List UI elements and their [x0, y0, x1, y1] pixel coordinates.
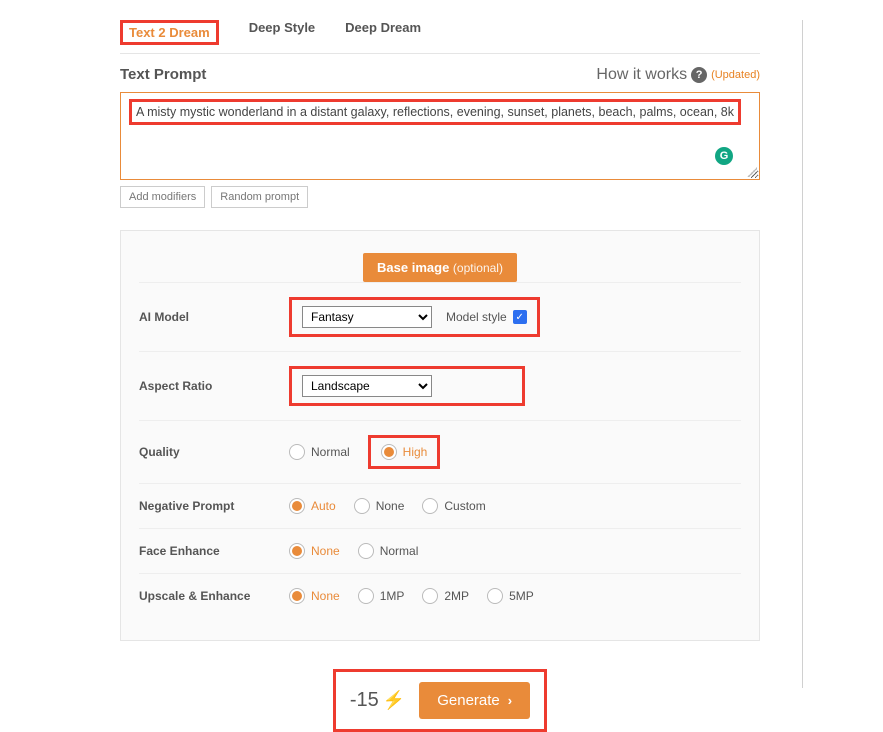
ai-model-select[interactable]: Fantasy [302, 306, 432, 328]
add-modifiers-button[interactable]: Add modifiers [120, 186, 205, 208]
upscale-5mp-label: 5MP [509, 589, 534, 603]
base-image-optional: (optional) [453, 261, 503, 275]
prompt-text-highlight: A misty mystic wonderland in a distant g… [129, 99, 741, 125]
ai-model-label: AI Model [139, 310, 289, 324]
upscale-none-label: None [311, 589, 340, 603]
radio-icon [289, 543, 305, 559]
negative-none-radio[interactable]: None [354, 498, 405, 514]
quality-high-highlight: High [368, 435, 441, 469]
quality-high-radio[interactable]: High [381, 444, 428, 460]
upscale-2mp-label: 2MP [444, 589, 469, 603]
prompt-heading: Text Prompt [120, 66, 206, 83]
generate-highlight: -15 ⚡ Generate › [333, 669, 547, 732]
upscale-5mp-radio[interactable]: 5MP [487, 588, 534, 604]
radio-icon [358, 588, 374, 604]
tab-deep-style[interactable]: Deep Style [249, 20, 315, 45]
radio-icon [487, 588, 503, 604]
how-it-works-link[interactable]: How it works ? (Updated) [596, 66, 760, 84]
base-image-label: Base image [377, 260, 449, 275]
face-none-radio[interactable]: None [289, 543, 340, 559]
face-normal-radio[interactable]: Normal [358, 543, 419, 559]
quality-label: Quality [139, 445, 289, 459]
quality-normal-radio[interactable]: Normal [289, 444, 350, 460]
negative-auto-label: Auto [311, 499, 336, 513]
aspect-ratio-label: Aspect Ratio [139, 379, 289, 393]
prompt-textarea[interactable]: A misty mystic wonderland in a distant g… [120, 92, 760, 180]
upscale-1mp-label: 1MP [380, 589, 405, 603]
face-label: Face Enhance [139, 544, 289, 558]
chevron-right-icon: › [508, 693, 512, 708]
upscale-label: Upscale & Enhance [139, 589, 289, 603]
face-none-label: None [311, 544, 340, 558]
tab-text2dream[interactable]: Text 2 Dream [129, 25, 210, 40]
face-normal-label: Normal [380, 544, 419, 558]
model-style-checkbox[interactable]: ✓ [513, 310, 527, 324]
radio-icon [422, 588, 438, 604]
base-image-button[interactable]: Base image (optional) [363, 253, 517, 282]
negative-auto-radio[interactable]: Auto [289, 498, 336, 514]
ai-model-highlight: Fantasy Model style ✓ [289, 297, 540, 337]
radio-icon [358, 543, 374, 559]
credit-cost-value: -15 [350, 689, 379, 712]
radio-icon [289, 588, 305, 604]
prompt-text: A misty mystic wonderland in a distant g… [136, 105, 734, 119]
tab-text2dream-highlight: Text 2 Dream [120, 20, 219, 45]
help-icon: ? [691, 67, 707, 83]
radio-icon [381, 444, 397, 460]
model-style-label: Model style [446, 310, 507, 324]
quality-high-label: High [403, 445, 428, 459]
credit-cost: -15 ⚡ [350, 689, 405, 712]
negative-label: Negative Prompt [139, 499, 289, 513]
radio-icon [289, 444, 305, 460]
quality-normal-label: Normal [311, 445, 350, 459]
mode-tabs: Text 2 Dream Deep Style Deep Dream [120, 20, 760, 54]
options-panel: Base image (optional) AI Model Fantasy M… [120, 230, 760, 641]
divider-right [802, 20, 803, 688]
tab-deep-dream[interactable]: Deep Dream [345, 20, 421, 45]
resize-handle-icon[interactable] [747, 167, 757, 177]
generate-button[interactable]: Generate › [419, 682, 530, 719]
aspect-ratio-select[interactable]: Landscape [302, 375, 432, 397]
radio-icon [354, 498, 370, 514]
how-it-works-label: How it works [596, 66, 687, 84]
grammarly-icon[interactable]: G [715, 147, 733, 165]
generate-button-label: Generate [437, 692, 500, 709]
radio-icon [422, 498, 438, 514]
updated-badge: (Updated) [711, 69, 760, 81]
negative-custom-label: Custom [444, 499, 485, 513]
negative-none-label: None [376, 499, 405, 513]
upscale-1mp-radio[interactable]: 1MP [358, 588, 405, 604]
negative-custom-radio[interactable]: Custom [422, 498, 485, 514]
upscale-2mp-radio[interactable]: 2MP [422, 588, 469, 604]
upscale-none-radio[interactable]: None [289, 588, 340, 604]
radio-icon [289, 498, 305, 514]
random-prompt-button[interactable]: Random prompt [211, 186, 308, 208]
aspect-ratio-highlight: Landscape [289, 366, 525, 406]
